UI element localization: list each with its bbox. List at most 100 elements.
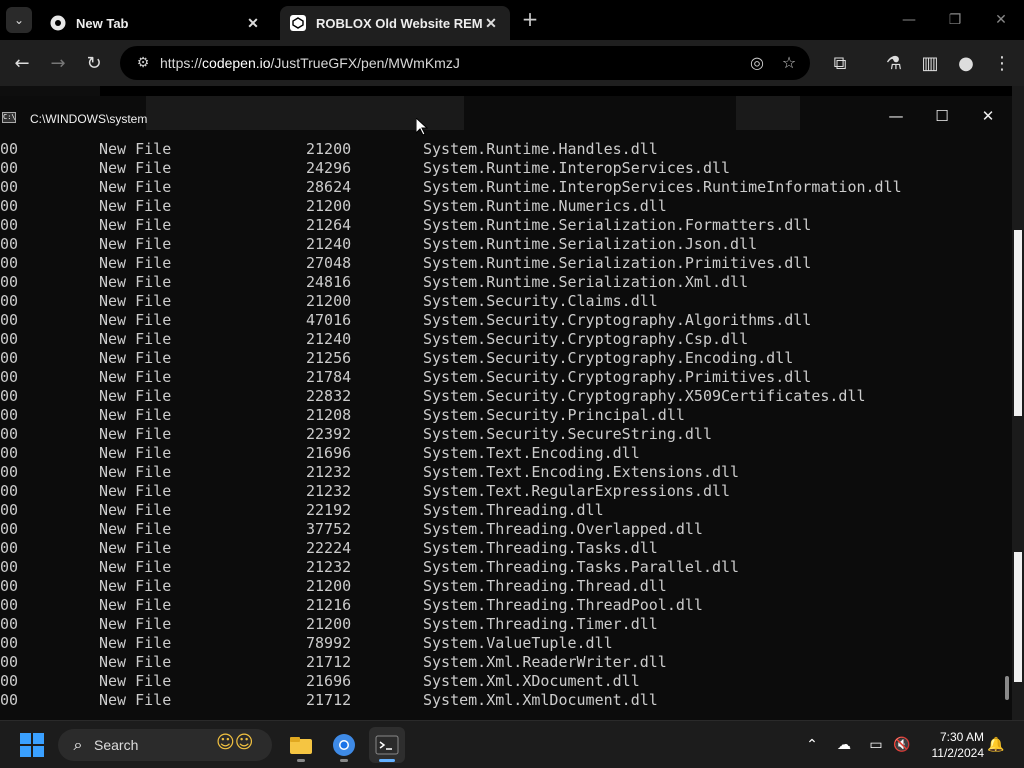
console-titlebar[interactable]: C:\ C:\WINDOWS\system — ☐ ✕ [0,96,1012,136]
file-size: 21696 [306,672,352,690]
tab-search-chevron-icon[interactable]: ⌄ [6,7,32,33]
windows-start-icon[interactable] [20,733,44,757]
scrollbar-thumb[interactable] [1005,676,1009,700]
chrome-icon [50,15,66,31]
profile-icon[interactable]: ● [952,49,980,77]
line-prefix: 00 [0,539,18,557]
file-name: System.ValueTuple.dll [423,634,613,652]
console-line: 00 New File 21240 System.Security.Cryptogra… [0,330,1004,349]
file-name: System.Xml.XmlDocument.dll [423,691,658,709]
file-status: New File [99,178,172,196]
tab-roblox-remake[interactable]: ROBLOX Old Website REMAKE ✕ [280,6,510,40]
file-name: System.Runtime.Serialization.Json.dll [423,235,758,253]
menu-dots-icon[interactable]: ⋮ [988,49,1016,77]
page-scroll-edge [1012,86,1024,720]
file-name: System.Text.Encoding.Extensions.dll [423,463,740,481]
file-status: New File [99,482,172,500]
eye-slash-icon[interactable]: ◎ [746,52,768,74]
clock-date: 11/2/2024 [931,746,985,760]
line-prefix: 00 [0,596,18,614]
line-prefix: 00 [0,463,18,481]
chevron-up-icon[interactable]: ⌃ [802,735,822,755]
back-arrow-icon[interactable]: ← [8,49,36,77]
console-line: 00 New File 22192 System.Threading.dll [0,501,1004,520]
console-line: 00 New File 21200 System.Security.Claims.dl… [0,292,1004,311]
site-info-icon[interactable]: ⚙ [128,55,158,71]
console-output[interactable]: 00 New File 21200 System.Runtime.Handles.dl… [0,136,1004,720]
file-name: System.Runtime.Serialization.Primitives.… [423,254,812,272]
file-status: New File [99,159,172,177]
file-size: 21232 [306,482,352,500]
file-status: New File [99,216,172,234]
file-name: System.Security.SecureString.dll [423,425,712,443]
forward-arrow-icon[interactable]: → [44,49,72,77]
console-line: 00 New File 21200 System.Threading.Thread.d… [0,577,1004,596]
console-line: 00 New File 21232 System.Threading.Tasks.Pa… [0,558,1004,577]
volume-muted-icon[interactable]: 🔇 [892,735,912,755]
file-status: New File [99,615,172,633]
line-prefix: 00 [0,691,18,709]
minimize-icon[interactable]: — [886,6,932,34]
terminal-icon[interactable] [369,727,405,763]
line-prefix: 00 [0,235,18,253]
labs-flask-icon[interactable]: ⚗ [880,49,908,77]
file-size: 21256 [306,349,352,367]
file-status: New File [99,235,172,253]
close-window-icon[interactable]: ✕ [978,6,1024,34]
line-prefix: 00 [0,311,18,329]
console-line: 00 New File 21216 System.Threading.ThreadPo… [0,596,1004,615]
star-icon[interactable]: ☆ [778,52,800,74]
file-size: 22224 [306,539,352,557]
file-size: 21200 [306,140,352,158]
command-prompt-icon: C:\ [2,112,16,123]
file-size: 21232 [306,558,352,576]
file-size: 21784 [306,368,352,386]
mouse-cursor [415,116,429,140]
address-bar[interactable]: ⚙ https://codepen.io/JustTrueGFX/pen/MWm… [120,46,810,80]
close-window-icon[interactable]: ✕ [968,104,1008,128]
file-size: 22392 [306,425,352,443]
maximize-icon[interactable]: ☐ [922,104,962,128]
network-icon[interactable]: ▭ [866,735,886,755]
url-text[interactable]: https://codepen.io/JustTrueGFX/pen/MWmKm… [160,55,460,71]
console-line: 00 New File 27048 System.Runtime.Serializat… [0,254,1004,273]
close-icon[interactable]: ✕ [244,15,262,32]
system-clock[interactable]: 7:30 AM 11/2/2024 [918,729,985,761]
file-status: New File [99,596,172,614]
file-status: New File [99,254,172,272]
tab-title: ROBLOX Old Website REMAKE [316,15,482,31]
file-name: System.Text.Encoding.dll [423,444,640,462]
extensions-icon[interactable]: ⧉ [826,49,854,77]
tab-new-tab[interactable]: New Tab ✕ [40,6,272,40]
notification-bell-icon[interactable]: 🔔 [986,735,1006,755]
new-tab-plus-icon[interactable]: + [518,8,542,32]
taskbar-search[interactable]: ⌕ Search ☺☺ [58,729,272,761]
tab-title: New Tab [76,15,129,31]
file-size: 21200 [306,292,352,310]
file-status: New File [99,406,172,424]
minimize-icon[interactable]: — [876,104,916,128]
console-window[interactable]: C:\ C:\WINDOWS\system — ☐ ✕ 00 New File 21… [0,96,1012,720]
close-icon[interactable]: ✕ [482,15,500,32]
chrome-icon[interactable] [326,727,362,763]
file-size: 21216 [306,596,352,614]
browser-tab-bar: ⌄ New Tab ✕ ROBLOX Old Website REMAKE ✕ … [0,0,1024,40]
console-scrollbar[interactable] [1004,136,1012,720]
onedrive-icon[interactable]: ☁ [834,735,854,755]
file-status: New File [99,501,172,519]
file-name: System.Security.Principal.dll [423,406,685,424]
file-name: System.Runtime.Numerics.dll [423,197,667,215]
reload-icon[interactable]: ↻ [80,49,108,77]
file-explorer-icon[interactable] [283,727,319,763]
file-size: 21200 [306,577,352,595]
console-line: 00 New File 22224 System.Threading.Tasks.dl… [0,539,1004,558]
file-size: 21200 [306,197,352,215]
console-line: 00 New File 22832 System.Security.Cryptogra… [0,387,1004,406]
file-size: 21712 [306,653,352,671]
file-name: System.Runtime.InteropServices.dll [423,159,731,177]
file-name: System.Threading.Tasks.dll [423,539,658,557]
restore-icon[interactable]: ❐ [932,6,978,34]
file-name: System.Runtime.Serialization.Xml.dll [423,273,749,291]
file-size: 24296 [306,159,352,177]
side-panel-icon[interactable]: ▥ [916,49,944,77]
